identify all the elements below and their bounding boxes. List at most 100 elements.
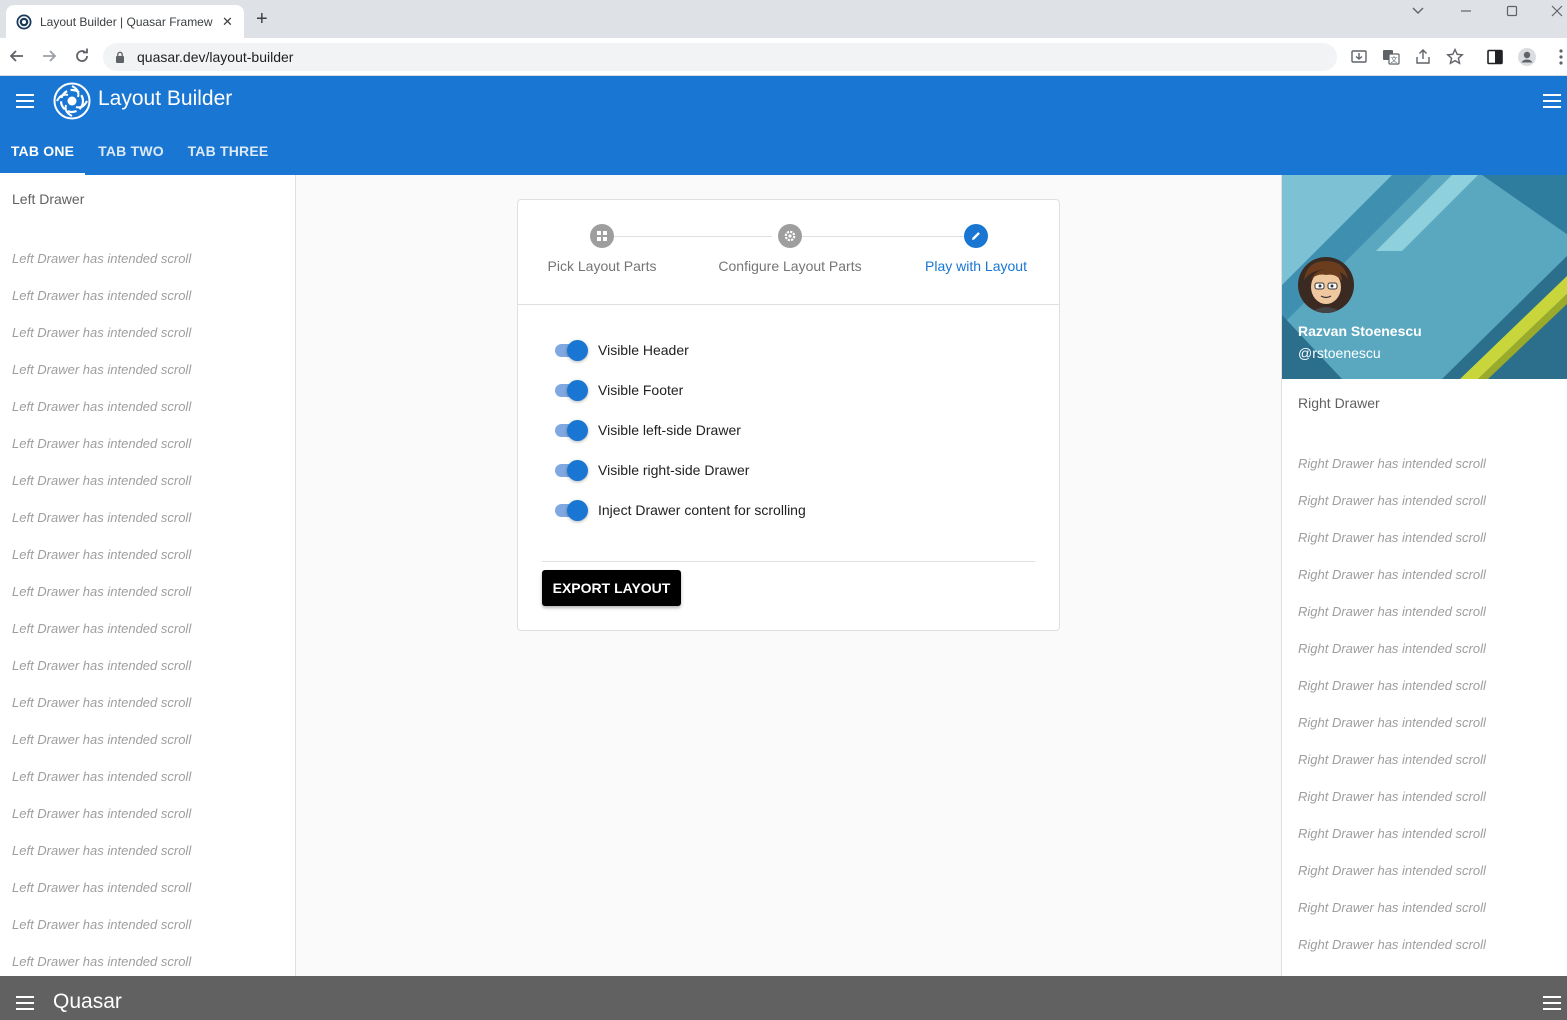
list-item: Right Drawer has intended scroll	[1298, 937, 1486, 952]
list-item: Left Drawer has intended scroll	[12, 547, 192, 562]
list-item: Right Drawer has intended scroll	[1298, 604, 1486, 619]
card-divider	[542, 561, 1035, 562]
tab-two[interactable]: TAB TWO	[85, 126, 177, 175]
tab-one[interactable]: TAB ONE	[0, 126, 85, 175]
step-pick-layout-parts[interactable]	[590, 224, 614, 248]
app-header: Layout Builder TAB ONE TAB TWO TAB THREE	[0, 76, 1567, 175]
step-connector	[614, 236, 772, 237]
toggle-label: Visible Footer	[598, 382, 684, 398]
right-drawer-list: Right Drawer has intended scroll Right D…	[1298, 456, 1486, 974]
toggle-switch[interactable]	[553, 338, 588, 362]
url-field[interactable]: quasar.dev/layout-builder	[103, 43, 1337, 71]
step-label-pick: Pick Layout Parts	[547, 258, 657, 274]
list-item: Left Drawer has intended scroll	[12, 288, 192, 303]
right-menu-icon[interactable]	[1541, 94, 1563, 110]
close-tab-icon[interactable]: ✕	[222, 14, 233, 30]
layout-card: Pick Layout Parts Configure Layout Parts…	[517, 199, 1060, 631]
toggle-inject-drawer-content[interactable]: Inject Drawer content for scrolling	[553, 498, 806, 522]
list-item: Right Drawer has intended scroll	[1298, 789, 1486, 804]
side-panel-icon[interactable]	[1485, 47, 1505, 67]
export-layout-button[interactable]: EXPORT LAYOUT	[542, 570, 681, 606]
grid-icon	[597, 231, 607, 241]
list-item: Left Drawer has intended scroll	[12, 658, 192, 673]
browser-tab-title: Layout Builder | Quasar Framew	[40, 14, 213, 29]
toggle-visible-right-drawer[interactable]: Visible right-side Drawer	[553, 458, 749, 482]
left-drawer-list: Left Drawer has intended scroll Left Dra…	[12, 251, 191, 976]
list-item: Left Drawer has intended scroll	[12, 917, 192, 932]
step-label-play: Play with Layout	[925, 258, 1027, 274]
browser-address-bar: quasar.dev/layout-builder 文	[0, 38, 1567, 76]
footer-left-menu-icon[interactable]	[14, 996, 36, 1012]
profile-handle: @rstoenescu	[1298, 345, 1381, 361]
url-text: quasar.dev/layout-builder	[137, 49, 294, 65]
list-item: Right Drawer has intended scroll	[1298, 530, 1486, 545]
minimize-icon[interactable]	[1459, 4, 1473, 18]
toggle-visible-header[interactable]: Visible Header	[553, 338, 689, 362]
list-item: Left Drawer has intended scroll	[12, 325, 192, 340]
new-tab-icon[interactable]: +	[256, 9, 268, 29]
tab-three[interactable]: TAB THREE	[177, 126, 279, 175]
close-window-icon[interactable]	[1550, 4, 1564, 18]
toggle-switch[interactable]	[553, 498, 588, 522]
list-item: Left Drawer has intended scroll	[12, 806, 192, 821]
quasar-favicon-icon	[16, 14, 32, 29]
list-item: Right Drawer has intended scroll	[1298, 493, 1486, 508]
right-drawer-title: Right Drawer	[1298, 395, 1380, 411]
avatar	[1298, 257, 1354, 313]
step-configure-layout-parts[interactable]	[778, 224, 802, 248]
footer-right-menu-icon[interactable]	[1541, 996, 1563, 1012]
stepper: Pick Layout Parts Configure Layout Parts…	[518, 200, 1059, 305]
profile-name: Razvan Stoenescu	[1298, 323, 1422, 339]
step-connector	[802, 236, 964, 237]
forward-arrow-icon[interactable]	[40, 47, 58, 65]
list-item: Left Drawer has intended scroll	[12, 436, 192, 451]
list-item: Left Drawer has intended scroll	[12, 769, 192, 784]
list-item: Right Drawer has intended scroll	[1298, 826, 1486, 841]
list-item: Right Drawer has intended scroll	[1298, 752, 1486, 767]
list-item: Left Drawer has intended scroll	[12, 510, 192, 525]
settings-icon	[784, 230, 796, 242]
profile-avatar-icon[interactable]	[1517, 47, 1537, 67]
back-arrow-icon[interactable]	[8, 47, 26, 65]
lock-icon	[116, 51, 124, 63]
list-item: Left Drawer has intended scroll	[12, 732, 192, 747]
list-item: Left Drawer has intended scroll	[12, 621, 192, 636]
browser-menu-icon[interactable]	[1551, 47, 1567, 67]
toggle-visible-left-drawer[interactable]: Visible left-side Drawer	[553, 418, 741, 442]
toggle-switch[interactable]	[553, 418, 588, 442]
translate-icon[interactable]: 文	[1381, 47, 1401, 67]
left-menu-icon[interactable]	[14, 94, 36, 110]
app-footer: Quasar	[0, 976, 1567, 1020]
reload-icon[interactable]	[73, 47, 91, 65]
list-item: Right Drawer has intended scroll	[1298, 715, 1486, 730]
share-icon[interactable]	[1413, 47, 1433, 67]
bookmark-star-icon[interactable]	[1445, 47, 1465, 67]
list-item: Left Drawer has intended scroll	[12, 251, 192, 266]
list-item: Left Drawer has intended scroll	[12, 954, 192, 969]
list-item: Right Drawer has intended scroll	[1298, 900, 1486, 915]
list-item: Left Drawer has intended scroll	[12, 362, 192, 377]
toggle-switch[interactable]	[553, 458, 588, 482]
quasar-logo-icon	[53, 82, 91, 120]
list-item: Right Drawer has intended scroll	[1298, 641, 1486, 656]
left-drawer-title: Left Drawer	[12, 191, 85, 207]
list-item: Left Drawer has intended scroll	[12, 399, 192, 414]
toggle-visible-footer[interactable]: Visible Footer	[553, 378, 683, 402]
maximize-icon[interactable]	[1505, 4, 1519, 18]
list-item: Left Drawer has intended scroll	[12, 473, 192, 488]
svg-text:文: 文	[1391, 55, 1398, 64]
step-play-with-layout[interactable]	[964, 224, 988, 248]
browser-tab[interactable]: Layout Builder | Quasar Framew ✕	[6, 5, 244, 38]
list-item: Left Drawer has intended scroll	[12, 880, 192, 895]
right-drawer[interactable]: Razvan Stoenescu @rstoenescu Right Drawe…	[1281, 175, 1567, 976]
step-label-configure: Configure Layout Parts	[718, 258, 862, 274]
app-title: Layout Builder	[98, 87, 233, 110]
toggle-switch[interactable]	[553, 378, 588, 402]
list-item: Right Drawer has intended scroll	[1298, 567, 1486, 582]
browser-tab-strip: Layout Builder | Quasar Framew ✕ +	[0, 0, 1567, 38]
list-item: Right Drawer has intended scroll	[1298, 863, 1486, 878]
edit-icon	[972, 232, 980, 240]
install-app-icon[interactable]	[1349, 47, 1369, 67]
tab-search-chevron-icon[interactable]	[1411, 6, 1425, 16]
left-drawer[interactable]: Left Drawer Left Drawer has intended scr…	[0, 175, 296, 976]
